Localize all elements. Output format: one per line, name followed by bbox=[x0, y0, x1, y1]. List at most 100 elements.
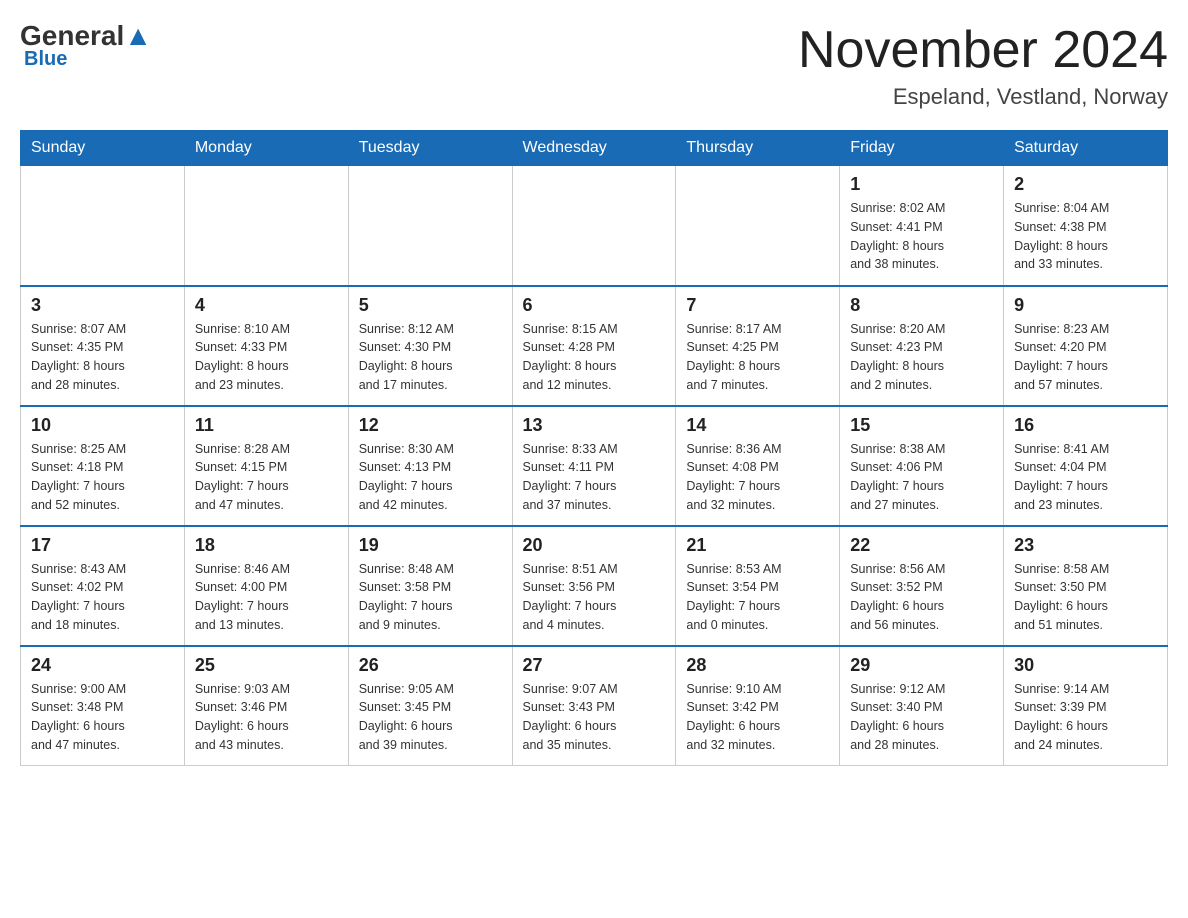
day-info: Sunrise: 9:10 AMSunset: 3:42 PMDaylight:… bbox=[686, 680, 829, 755]
day-number: 26 bbox=[359, 655, 502, 676]
day-number: 2 bbox=[1014, 174, 1157, 195]
day-info: Sunrise: 8:12 AMSunset: 4:30 PMDaylight:… bbox=[359, 320, 502, 395]
day-number: 13 bbox=[523, 415, 666, 436]
day-number: 23 bbox=[1014, 535, 1157, 556]
calendar-cell: 10 Sunrise: 8:25 AMSunset: 4:18 PMDayligh… bbox=[21, 406, 185, 526]
day-number: 6 bbox=[523, 295, 666, 316]
day-number: 15 bbox=[850, 415, 993, 436]
day-number: 14 bbox=[686, 415, 829, 436]
day-number: 1 bbox=[850, 174, 993, 195]
header-thursday: Thursday bbox=[676, 131, 840, 166]
day-info: Sunrise: 9:05 AMSunset: 3:45 PMDaylight:… bbox=[359, 680, 502, 755]
calendar-cell: 13 Sunrise: 8:33 AMSunset: 4:11 PMDayligh… bbox=[512, 406, 676, 526]
calendar-cell bbox=[676, 166, 840, 286]
day-info: Sunrise: 9:12 AMSunset: 3:40 PMDaylight:… bbox=[850, 680, 993, 755]
day-number: 19 bbox=[359, 535, 502, 556]
day-number: 16 bbox=[1014, 415, 1157, 436]
day-info: Sunrise: 9:00 AMSunset: 3:48 PMDaylight:… bbox=[31, 680, 174, 755]
page-header: General▲ Blue November 2024 Espeland, Ve… bbox=[20, 20, 1168, 110]
calendar-cell: 11Sunrise: 8:28 AMSunset: 4:15 PMDayligh… bbox=[184, 406, 348, 526]
day-info: Sunrise: 8:48 AMSunset: 3:58 PMDaylight:… bbox=[359, 560, 502, 635]
header-monday: Monday bbox=[184, 131, 348, 166]
day-number: 17 bbox=[31, 535, 174, 556]
calendar-cell bbox=[512, 166, 676, 286]
day-info: Sunrise: 8:38 AMSunset: 4:06 PMDaylight:… bbox=[850, 440, 993, 515]
logo: General▲ Blue bbox=[20, 20, 152, 71]
calendar-cell: 5 Sunrise: 8:12 AMSunset: 4:30 PMDaylight… bbox=[348, 286, 512, 406]
day-info: Sunrise: 8:20 AMSunset: 4:23 PMDaylight:… bbox=[850, 320, 993, 395]
day-info: Sunrise: 9:14 AMSunset: 3:39 PMDaylight:… bbox=[1014, 680, 1157, 755]
day-number: 21 bbox=[686, 535, 829, 556]
main-title: November 2024 bbox=[798, 20, 1168, 80]
calendar-cell: 17 Sunrise: 8:43 AMSunset: 4:02 PMDayligh… bbox=[21, 526, 185, 646]
day-number: 10 bbox=[31, 415, 174, 436]
day-info: Sunrise: 8:36 AMSunset: 4:08 PMDaylight:… bbox=[686, 440, 829, 515]
day-info: Sunrise: 8:04 AMSunset: 4:38 PMDaylight:… bbox=[1014, 199, 1157, 274]
header-tuesday: Tuesday bbox=[348, 131, 512, 166]
week-row-3: 10 Sunrise: 8:25 AMSunset: 4:18 PMDayligh… bbox=[21, 406, 1168, 526]
day-number: 30 bbox=[1014, 655, 1157, 676]
calendar-cell: 6 Sunrise: 8:15 AMSunset: 4:28 PMDaylight… bbox=[512, 286, 676, 406]
day-number: 11 bbox=[195, 415, 338, 436]
calendar-cell: 21 Sunrise: 8:53 AMSunset: 3:54 PMDayligh… bbox=[676, 526, 840, 646]
header-wednesday: Wednesday bbox=[512, 131, 676, 166]
day-number: 28 bbox=[686, 655, 829, 676]
day-number: 7 bbox=[686, 295, 829, 316]
day-info: Sunrise: 8:41 AMSunset: 4:04 PMDaylight:… bbox=[1014, 440, 1157, 515]
day-info: Sunrise: 8:23 AMSunset: 4:20 PMDaylight:… bbox=[1014, 320, 1157, 395]
day-number: 5 bbox=[359, 295, 502, 316]
calendar-cell bbox=[348, 166, 512, 286]
calendar-cell: 19 Sunrise: 8:48 AMSunset: 3:58 PMDayligh… bbox=[348, 526, 512, 646]
week-row-5: 24 Sunrise: 9:00 AMSunset: 3:48 PMDayligh… bbox=[21, 646, 1168, 766]
day-info: Sunrise: 8:53 AMSunset: 3:54 PMDaylight:… bbox=[686, 560, 829, 635]
calendar-cell: 12 Sunrise: 8:30 AMSunset: 4:13 PMDayligh… bbox=[348, 406, 512, 526]
day-number: 8 bbox=[850, 295, 993, 316]
day-info: Sunrise: 8:33 AMSunset: 4:11 PMDaylight:… bbox=[523, 440, 666, 515]
calendar-header-row: SundayMondayTuesdayWednesdayThursdayFrid… bbox=[21, 131, 1168, 166]
day-number: 18 bbox=[195, 535, 338, 556]
calendar-cell: 3Sunrise: 8:07 AMSunset: 4:35 PMDaylight… bbox=[21, 286, 185, 406]
day-info: Sunrise: 8:17 AMSunset: 4:25 PMDaylight:… bbox=[686, 320, 829, 395]
logo-subtext: Blue bbox=[20, 48, 67, 71]
calendar-cell bbox=[21, 166, 185, 286]
day-number: 24 bbox=[31, 655, 174, 676]
calendar-cell: 4 Sunrise: 8:10 AMSunset: 4:33 PMDaylight… bbox=[184, 286, 348, 406]
day-info: Sunrise: 8:51 AMSunset: 3:56 PMDaylight:… bbox=[523, 560, 666, 635]
day-number: 27 bbox=[523, 655, 666, 676]
calendar-cell: 18 Sunrise: 8:46 AMSunset: 4:00 PMDayligh… bbox=[184, 526, 348, 646]
calendar-cell: 26 Sunrise: 9:05 AMSunset: 3:45 PMDayligh… bbox=[348, 646, 512, 766]
day-info: Sunrise: 8:15 AMSunset: 4:28 PMDaylight:… bbox=[523, 320, 666, 395]
day-info: Sunrise: 8:02 AMSunset: 4:41 PMDaylight:… bbox=[850, 199, 993, 274]
calendar-cell: 24 Sunrise: 9:00 AMSunset: 3:48 PMDayligh… bbox=[21, 646, 185, 766]
calendar-cell: 1 Sunrise: 8:02 AMSunset: 4:41 PMDaylight… bbox=[840, 166, 1004, 286]
day-number: 9 bbox=[1014, 295, 1157, 316]
day-number: 20 bbox=[523, 535, 666, 556]
header-friday: Friday bbox=[840, 131, 1004, 166]
day-info: Sunrise: 8:25 AMSunset: 4:18 PMDaylight:… bbox=[31, 440, 174, 515]
day-number: 22 bbox=[850, 535, 993, 556]
calendar-cell: 23 Sunrise: 8:58 AMSunset: 3:50 PMDayligh… bbox=[1004, 526, 1168, 646]
day-info: Sunrise: 8:43 AMSunset: 4:02 PMDaylight:… bbox=[31, 560, 174, 635]
day-number: 29 bbox=[850, 655, 993, 676]
title-section: November 2024 Espeland, Vestland, Norway bbox=[798, 20, 1168, 110]
calendar-cell: 20 Sunrise: 8:51 AMSunset: 3:56 PMDayligh… bbox=[512, 526, 676, 646]
header-sunday: Sunday bbox=[21, 131, 185, 166]
week-row-1: 1 Sunrise: 8:02 AMSunset: 4:41 PMDaylight… bbox=[21, 166, 1168, 286]
day-info: Sunrise: 8:46 AMSunset: 4:00 PMDaylight:… bbox=[195, 560, 338, 635]
calendar-cell: 16 Sunrise: 8:41 AMSunset: 4:04 PMDayligh… bbox=[1004, 406, 1168, 526]
day-info: Sunrise: 9:03 AMSunset: 3:46 PMDaylight:… bbox=[195, 680, 338, 755]
day-info: Sunrise: 8:58 AMSunset: 3:50 PMDaylight:… bbox=[1014, 560, 1157, 635]
day-info: Sunrise: 8:07 AMSunset: 4:35 PMDaylight:… bbox=[31, 320, 174, 395]
day-info: Sunrise: 9:07 AMSunset: 3:43 PMDaylight:… bbox=[523, 680, 666, 755]
calendar-cell: 30 Sunrise: 9:14 AMSunset: 3:39 PMDayligh… bbox=[1004, 646, 1168, 766]
day-info: Sunrise: 8:10 AMSunset: 4:33 PMDaylight:… bbox=[195, 320, 338, 395]
day-number: 12 bbox=[359, 415, 502, 436]
calendar-cell: 27 Sunrise: 9:07 AMSunset: 3:43 PMDayligh… bbox=[512, 646, 676, 766]
day-info: Sunrise: 8:30 AMSunset: 4:13 PMDaylight:… bbox=[359, 440, 502, 515]
calendar-cell: 29 Sunrise: 9:12 AMSunset: 3:40 PMDayligh… bbox=[840, 646, 1004, 766]
day-info: Sunrise: 8:56 AMSunset: 3:52 PMDaylight:… bbox=[850, 560, 993, 635]
calendar-cell: 28 Sunrise: 9:10 AMSunset: 3:42 PMDayligh… bbox=[676, 646, 840, 766]
day-number: 4 bbox=[195, 295, 338, 316]
calendar-cell: 22 Sunrise: 8:56 AMSunset: 3:52 PMDayligh… bbox=[840, 526, 1004, 646]
calendar-table: SundayMondayTuesdayWednesdayThursdayFrid… bbox=[20, 130, 1168, 766]
